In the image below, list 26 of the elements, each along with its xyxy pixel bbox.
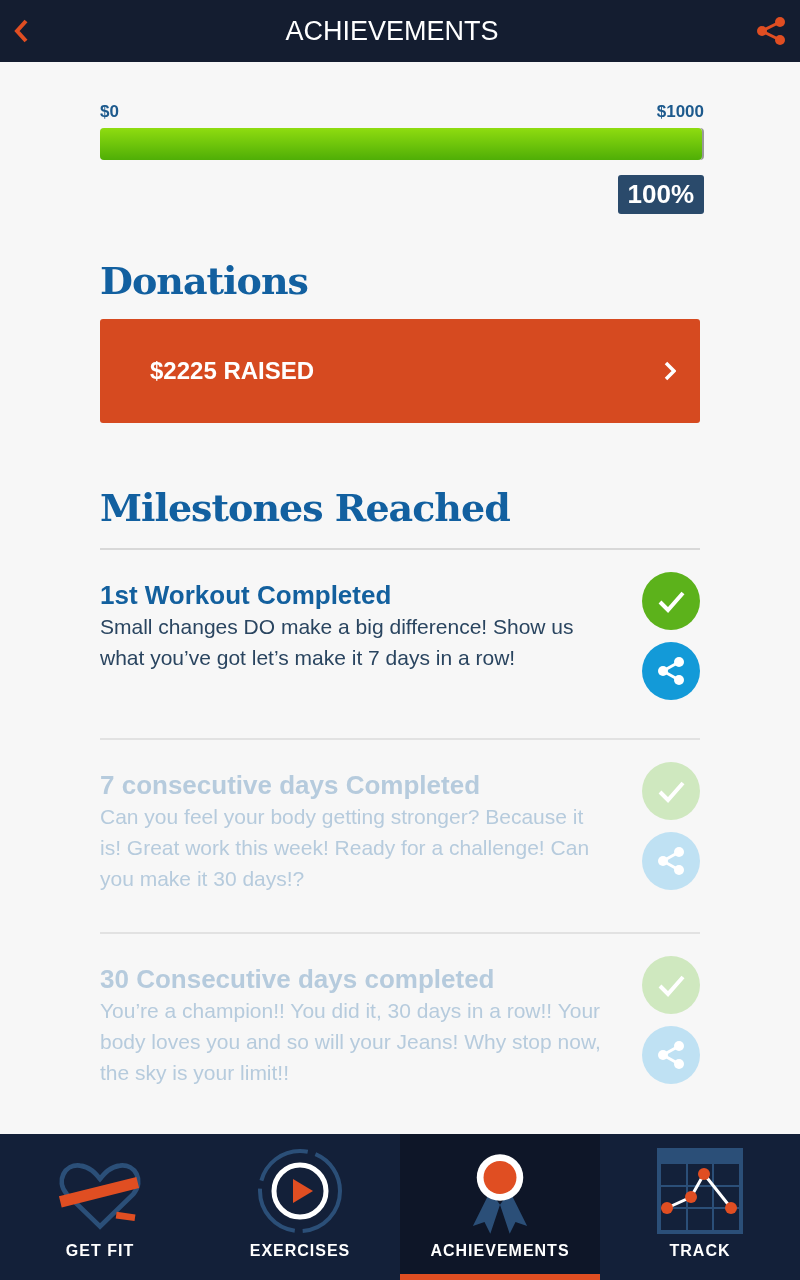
milestone-title: 1st Workout Completed [100,580,393,611]
check-icon [642,762,700,820]
min-amount: $0 [100,102,119,122]
milestone-description: Can you feel your body getting stronger? Because it is! Great work this week! Ready for a challenge! Can you make it 30 days!? [100,804,591,892]
back-icon[interactable] [14,19,28,43]
milestone-title: 30 Consecutive days completed [100,964,496,995]
check-icon [642,572,700,630]
chevron-icon [664,361,676,381]
section-heading: Milestones Reached [100,485,700,550]
nav-tab[interactable]: GET FIT [0,1134,200,1280]
nav-tab[interactable]: EXERCISES [200,1134,400,1280]
share-icon[interactable] [642,642,700,700]
section-heading: Donations [100,258,309,303]
play-icon [257,1148,343,1234]
nav-tab[interactable]: TRACK [600,1134,800,1280]
milestone-description: You’re a champion!! You did it, 30 days in a row!! Your body loves you and so will your Jeans! Why stop now, the sky is your limit!! [100,998,602,1086]
donations-button[interactable]: $2225 RAISED [100,319,700,423]
check-icon [642,956,700,1014]
page-title: ACHIEVEMENTS [285,15,499,47]
line-chart-icon [657,1148,743,1234]
nav-tab[interactable]: ACHIEVEMENTS [400,1134,600,1280]
milestone-title: 7 consecutive days Completed [100,770,482,801]
goal-amount: $1000 [656,102,704,122]
milestone-description: Small changes DO make a big difference! Show us what you’ve got let’s make it 7 days in a row! [100,614,575,671]
share-icon[interactable] [756,16,786,46]
percent-badge: 100% [617,175,704,214]
